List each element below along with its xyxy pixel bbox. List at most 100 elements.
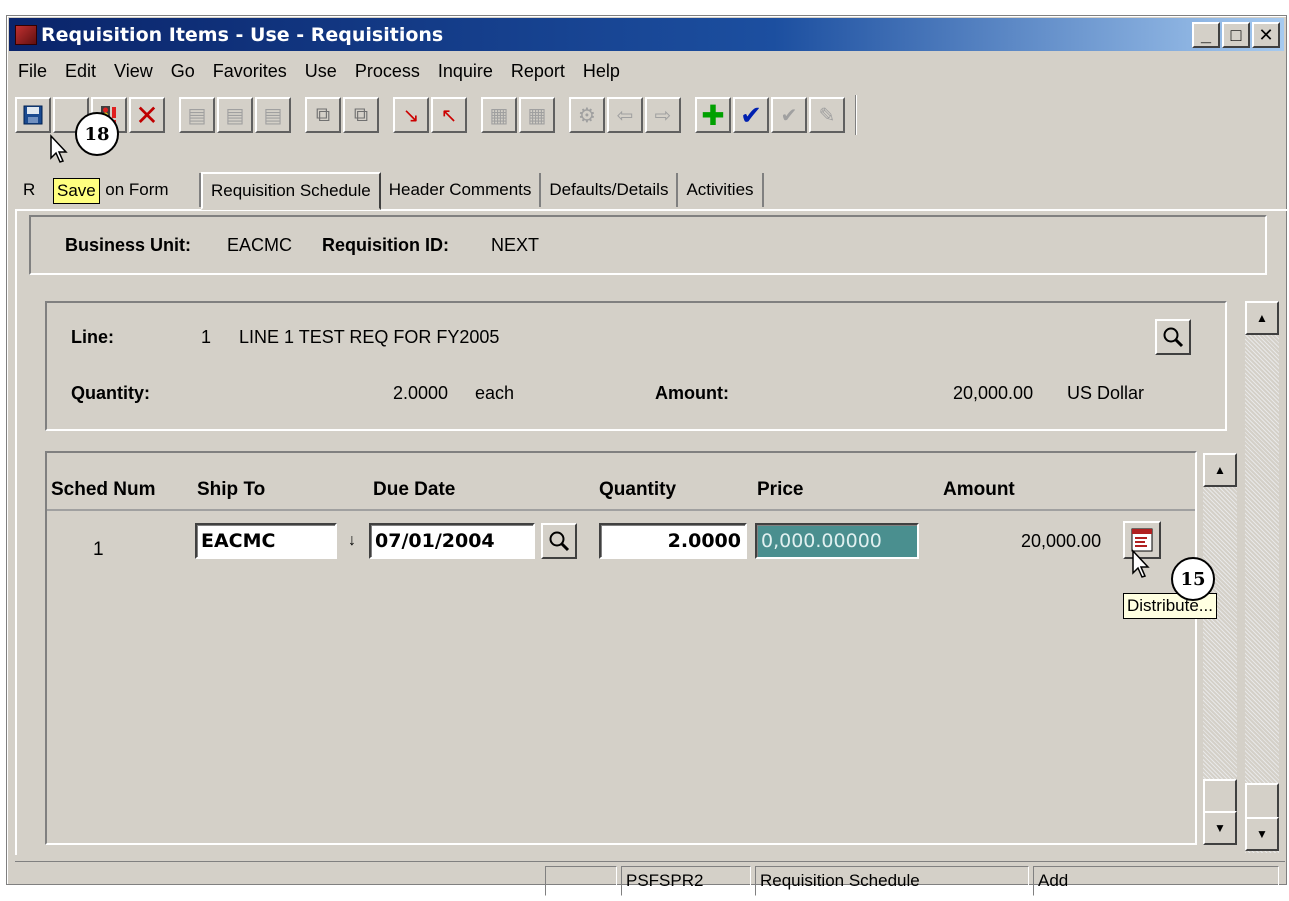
arrow-up-left-icon: ↖ <box>440 104 458 127</box>
back-button[interactable]: ⇦ <box>607 97 643 133</box>
requisition-id-value: NEXT <box>491 234 540 255</box>
tab-requisition-form-label-start: R <box>23 180 36 199</box>
save-button[interactable] <box>15 97 51 133</box>
content-panel: Business Unit: EACMC Requisition ID: NEX… <box>15 209 1287 855</box>
scroll-down-button[interactable]: ▼ <box>1245 817 1279 851</box>
tab-requisition-form[interactable]: R on Form <box>15 173 201 207</box>
scroll-thumb[interactable] <box>1245 783 1279 819</box>
schedule-scroll-down-button[interactable]: ▼ <box>1203 811 1237 845</box>
status-mode: Add <box>1033 866 1279 896</box>
delete-row-button[interactable]: ▤ <box>255 97 291 133</box>
arrow-down-icon: ↓ <box>348 532 356 549</box>
insert-row-button[interactable]: ▤ <box>179 97 215 133</box>
forward-button[interactable]: ⇨ <box>645 97 681 133</box>
arrow-down-icon: ▼ <box>1214 821 1226 835</box>
check-plus-icon: ✔ <box>780 104 798 127</box>
status-page-name: Requisition Schedule <box>755 866 1029 896</box>
due-date-lookup-button[interactable] <box>541 523 577 559</box>
menu-file[interactable]: File <box>9 61 56 82</box>
scroll-up-button[interactable]: ▲ <box>1245 301 1279 335</box>
minimize-button[interactable]: _ <box>1192 22 1220 48</box>
tab-header-comments[interactable]: Header Comments <box>381 173 542 207</box>
quantity-input-value: 2.0000 <box>667 530 741 552</box>
magnifier-icon <box>1163 327 1184 348</box>
plus-icon: ✚ <box>701 99 725 131</box>
add-button[interactable]: ✚ <box>695 97 731 133</box>
toolbar-separator <box>855 95 857 135</box>
due-date-input[interactable]: 07/01/2004 <box>369 523 535 559</box>
schedule-amount-value: 20,000.00 <box>1021 531 1102 551</box>
arrow-left-icon: ⇦ <box>616 104 634 127</box>
col-due-date: Due Date <box>373 479 456 500</box>
arrow-down-icon: ▼ <box>1256 827 1268 841</box>
pencil-icon: ✎ <box>818 104 836 127</box>
insert-row-icon: ▤ <box>187 104 207 127</box>
menu-go[interactable]: Go <box>162 61 204 82</box>
mouse-cursor-icon <box>50 134 68 163</box>
app-window: Requisition Items - Use - Requisitions _… <box>6 15 1287 896</box>
toolbar-button-grid-2[interactable]: ▦ <box>519 97 555 133</box>
status-panel-empty <box>545 866 617 896</box>
col-ship-to: Ship To <box>197 479 266 500</box>
quantity-value: 2.0000 <box>393 383 449 403</box>
tab-activities[interactable]: Activities <box>678 173 764 207</box>
close-button[interactable]: ✕ <box>1252 22 1280 48</box>
window-title: Requisition Items - Use - Requisitions <box>41 23 444 46</box>
menu-use[interactable]: Use <box>296 61 346 82</box>
quantity-label: Quantity: <box>71 383 150 403</box>
tab-defaults-details[interactable]: Defaults/Details <box>541 173 679 207</box>
schedule-grid-header: Sched Num Ship To Due Date Quantity Pric… <box>47 453 1195 511</box>
insert-row-before-button[interactable]: ▤ <box>217 97 253 133</box>
validate-button[interactable]: ✔ <box>771 97 807 133</box>
paste-button[interactable]: ⧉ <box>343 97 379 133</box>
next-in-list-button[interactable]: ↘ <box>393 97 429 133</box>
schedule-scroll-up-button[interactable]: ▲ <box>1203 453 1237 487</box>
arrow-right-icon: ⇨ <box>654 104 672 127</box>
window-controls: _ □ ✕ <box>1192 22 1280 48</box>
title-bar: Requisition Items - Use - Requisitions _… <box>9 18 1284 51</box>
menu-inquire[interactable]: Inquire <box>429 61 502 82</box>
schedule-grid: Sched Num Ship To Due Date Quantity Pric… <box>45 451 1237 845</box>
prev-in-list-button[interactable]: ↖ <box>431 97 467 133</box>
cancel-button[interactable]: ✕ <box>129 97 165 133</box>
menu-view[interactable]: View <box>105 61 162 82</box>
step-callout-15: 15 <box>1171 557 1215 601</box>
ship-to-input[interactable]: EACMC <box>195 523 337 559</box>
schedule-scroll-thumb[interactable] <box>1203 779 1237 813</box>
grid-icon: ▦ <box>489 104 509 127</box>
arrow-down-right-icon: ↘ <box>402 104 420 127</box>
magnifier-icon <box>549 531 570 552</box>
menu-help[interactable]: Help <box>574 61 629 82</box>
approve-button[interactable]: ✔ <box>733 97 769 133</box>
maximize-button[interactable]: □ <box>1222 22 1250 48</box>
menu-process[interactable]: Process <box>346 61 429 82</box>
gear-icon: ⚙ <box>578 104 596 127</box>
quantity-input[interactable]: 2.0000 <box>599 523 747 559</box>
arrow-up-icon: ▲ <box>1214 463 1226 477</box>
floppy-disk-icon <box>23 105 43 125</box>
line-scrollbar[interactable]: ▲ ▼ <box>1245 301 1279 853</box>
business-unit-label: Business Unit: <box>65 234 192 255</box>
paste-icon: ⧉ <box>353 103 369 126</box>
checkmark-icon: ✔ <box>740 99 762 130</box>
requisition-id-label: Requisition ID: <box>322 234 450 255</box>
menu-report[interactable]: Report <box>502 61 574 82</box>
line-details-button[interactable] <box>1155 319 1191 355</box>
tab-requisition-schedule[interactable]: Requisition Schedule <box>201 172 381 210</box>
requisition-header: Business Unit: EACMC Requisition ID: NEX… <box>29 215 1267 275</box>
process-button[interactable]: ⚙ <box>569 97 605 133</box>
save-tooltip: Save <box>53 178 100 204</box>
toolbar-button-grid-1[interactable]: ▦ <box>481 97 517 133</box>
edit-button[interactable]: ✎ <box>809 97 845 133</box>
tab-strip: R on Form Requisition Schedule Header Co… <box>15 171 764 210</box>
menu-bar: File Edit View Go Favorites Use Process … <box>9 56 1284 86</box>
schedule-scrollbar[interactable]: ▲ ▼ <box>1203 453 1237 845</box>
menu-edit[interactable]: Edit <box>56 61 105 82</box>
copy-icon: ⧉ <box>315 103 331 126</box>
ship-to-dropdown-button[interactable]: ↓ <box>337 523 367 559</box>
copy-button[interactable]: ⧉ <box>305 97 341 133</box>
status-bar: PSFSPR2 Requisition Schedule Add <box>15 861 1285 897</box>
price-input[interactable]: 0,000.00000 <box>755 523 919 559</box>
business-unit-value: EACMC <box>227 234 293 255</box>
menu-favorites[interactable]: Favorites <box>204 61 296 82</box>
